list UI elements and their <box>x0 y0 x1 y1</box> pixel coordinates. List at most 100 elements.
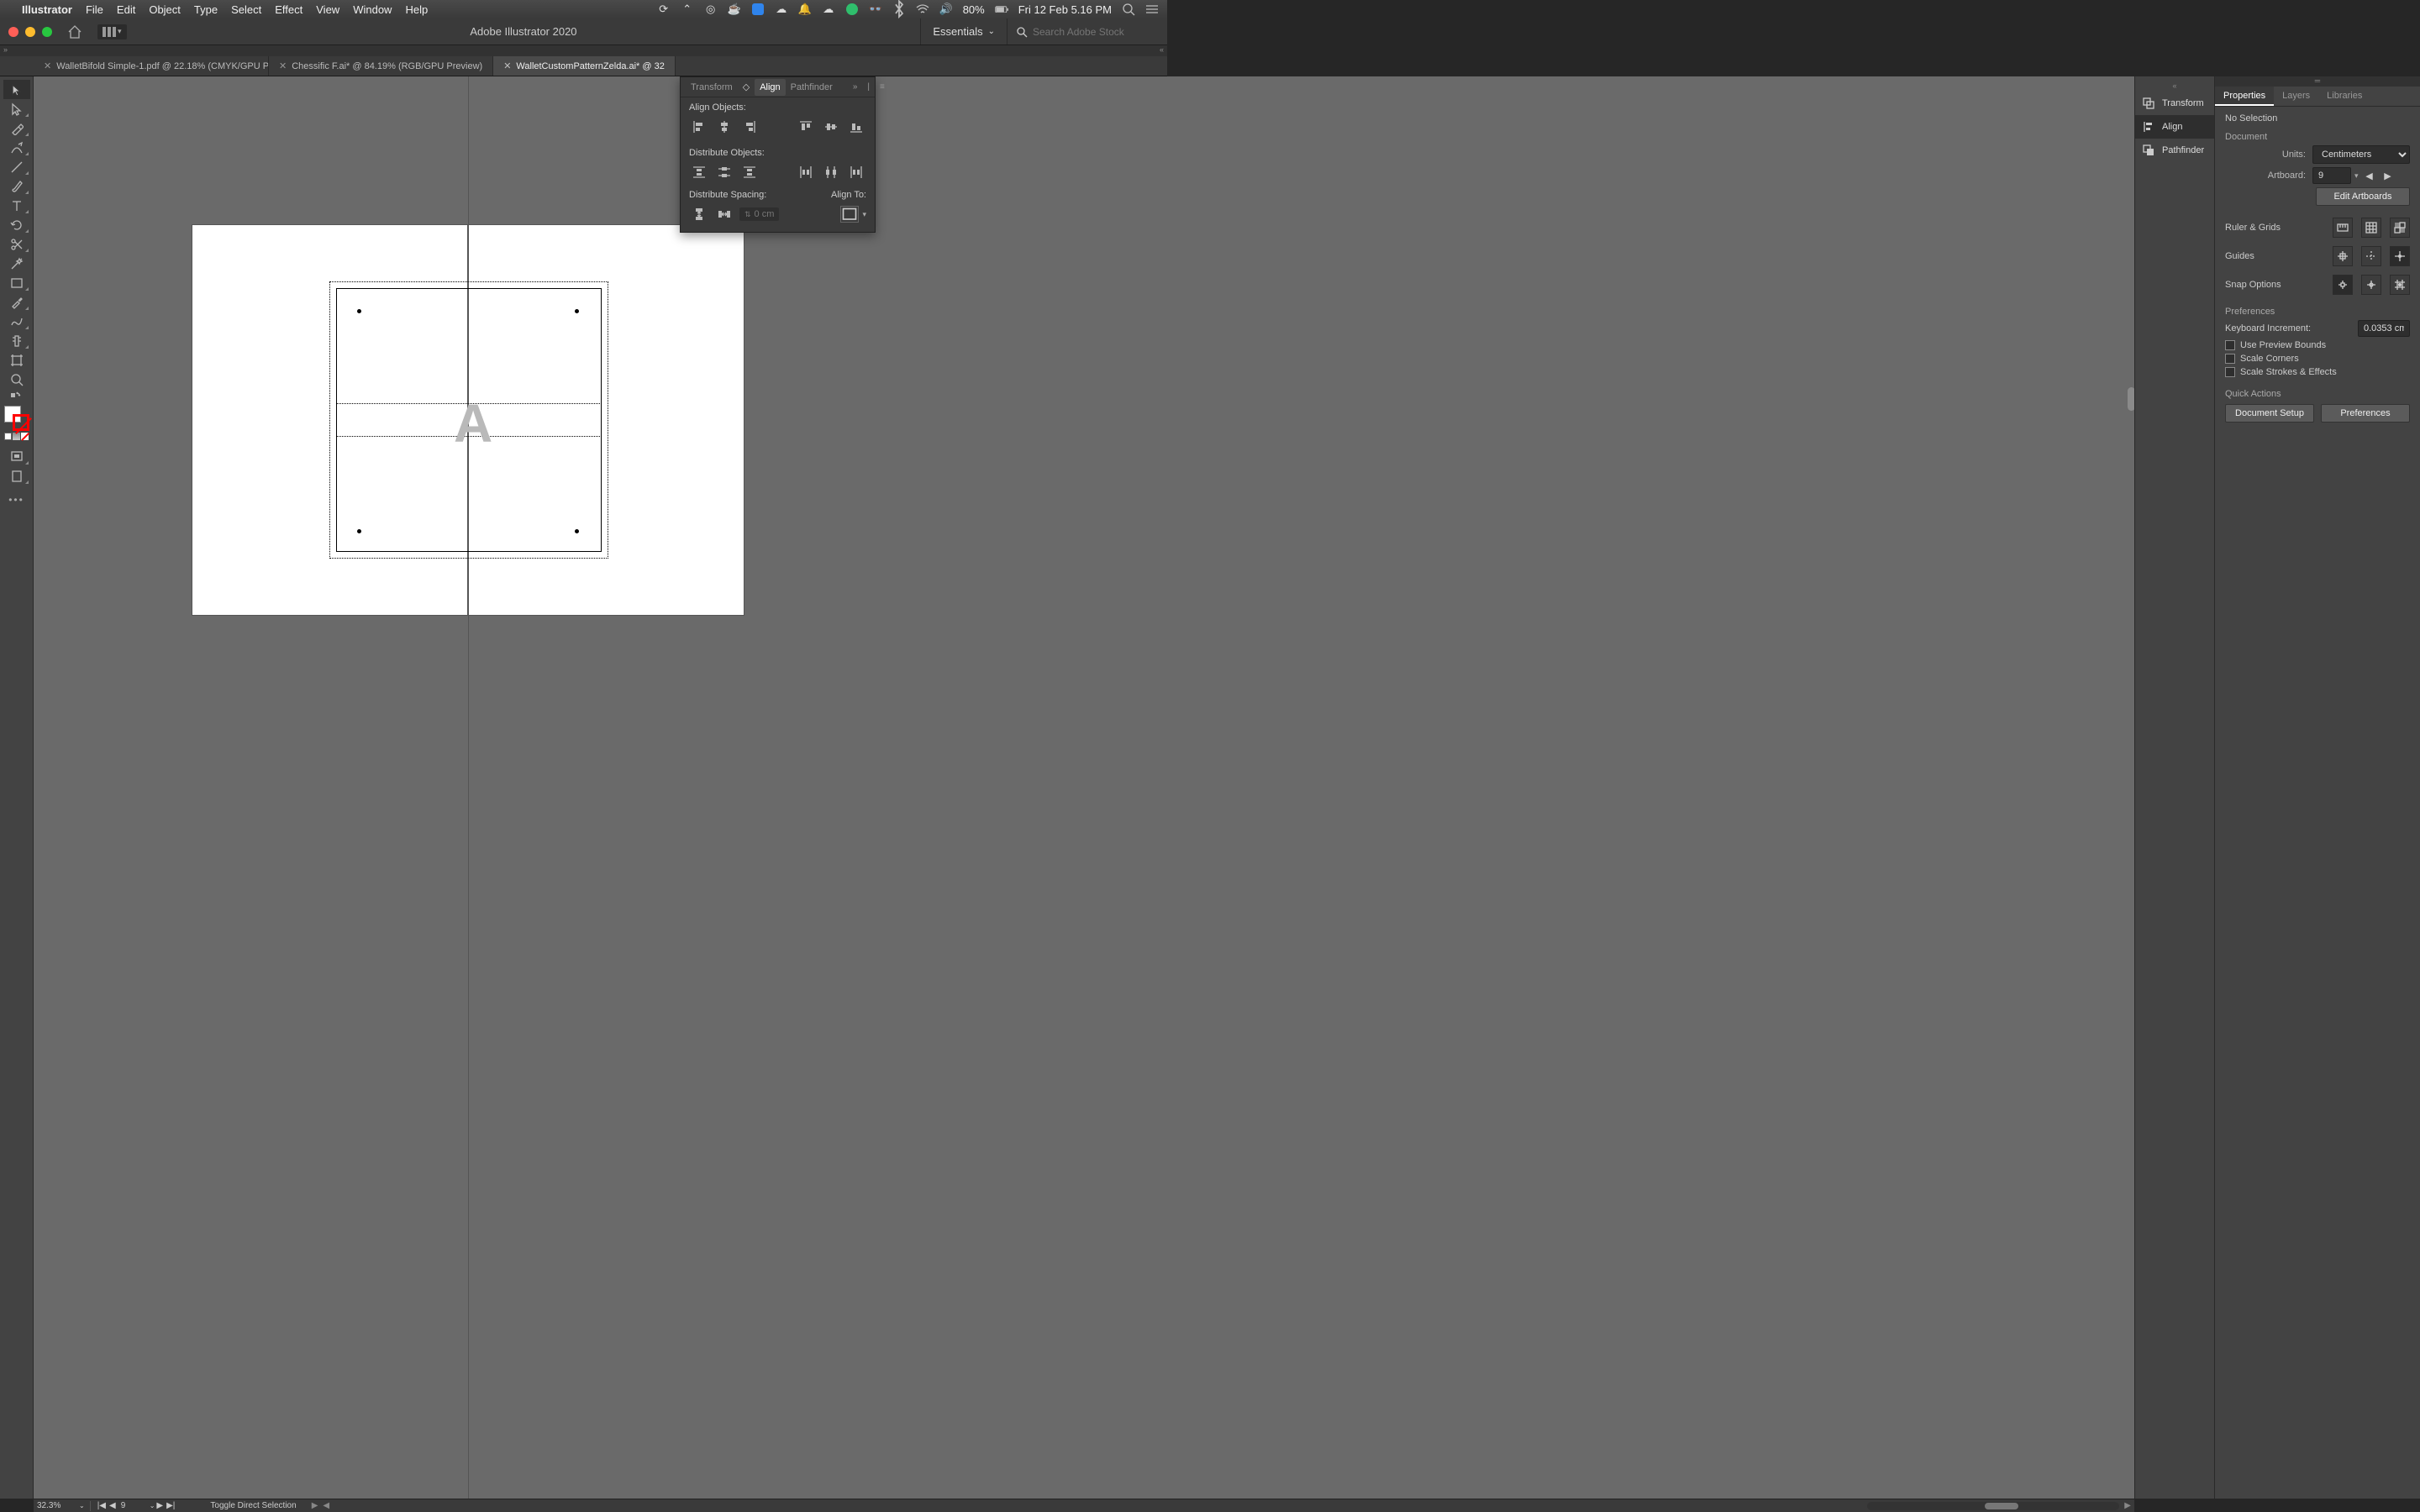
eyedropper-tool[interactable] <box>3 292 30 312</box>
artboard-next-button[interactable]: ▶ <box>2381 168 2396 183</box>
tray-icon-5[interactable] <box>751 3 765 16</box>
first-artboard-button[interactable]: |◀ <box>96 1501 108 1510</box>
tray-icon-1[interactable]: ⟳ <box>657 3 671 16</box>
zoom-tool[interactable] <box>3 370 30 389</box>
adobe-stock-search[interactable] <box>1007 26 1167 38</box>
clock[interactable]: Fri 12 Feb 5.16 PM <box>1018 3 1112 16</box>
cloud-icon[interactable]: ☁ <box>822 3 835 16</box>
align-hcenter-button[interactable] <box>714 118 734 136</box>
distribute-left-button[interactable] <box>796 163 816 181</box>
tray-icon-green[interactable] <box>845 3 859 16</box>
keyboard-increment-input[interactable] <box>2358 320 2410 337</box>
units-select[interactable]: Centimeters <box>2312 145 2410 164</box>
strip-transform[interactable]: Transform <box>2135 92 2214 115</box>
use-preview-bounds-checkbox[interactable]: Use Preview Bounds <box>2225 340 2410 350</box>
distribute-hcenter-button[interactable] <box>821 163 841 181</box>
volume-icon[interactable]: 🔊 <box>939 3 953 16</box>
align-left-button[interactable] <box>689 118 709 136</box>
panel-collapse-icon[interactable]: » <box>848 82 863 92</box>
arrange-documents-button[interactable]: ▾ <box>97 24 127 39</box>
menu-edit[interactable]: Edit <box>117 3 135 16</box>
zoom-level[interactable]: 32.3% <box>37 1501 79 1510</box>
guides-show-button[interactable] <box>2333 246 2353 266</box>
fill-stroke-swatch[interactable] <box>4 406 29 431</box>
align-top-button[interactable] <box>796 118 816 136</box>
status-collapse-icon[interactable]: ◀ <box>323 1501 329 1510</box>
horizontal-scrollbar[interactable] <box>1867 1502 2119 1510</box>
home-icon[interactable] <box>67 24 82 39</box>
document-tab-0[interactable]: ✕WalletBifold Simple-1.pdf @ 22.18% (CMY… <box>34 56 269 76</box>
vertical-scrollbar[interactable] <box>2128 387 2134 411</box>
screen-mode-tool[interactable] <box>3 447 30 466</box>
curvature-tool[interactable] <box>3 138 30 157</box>
tray-icon-4[interactable]: ☕ <box>728 3 741 16</box>
distribute-vcenter-button[interactable] <box>714 163 734 181</box>
document-tab-1[interactable]: ✕Chessific F.ai* @ 84.19% (RGB/GPU Previ… <box>269 56 493 76</box>
gradient-tool[interactable] <box>3 312 30 331</box>
distribute-top-button[interactable] <box>689 163 709 181</box>
panel-menu-icon[interactable]: ≡ <box>875 82 890 92</box>
window-close-button[interactable] <box>8 27 18 37</box>
status-flyout-icon[interactable]: ▶ <box>312 1501 318 1510</box>
expand-left-icon[interactable]: » <box>3 45 8 56</box>
pen-tool[interactable] <box>3 118 30 138</box>
control-center-icon[interactable] <box>1145 3 1159 16</box>
menu-file[interactable]: File <box>86 3 103 16</box>
menu-type[interactable]: Type <box>194 3 218 16</box>
app-name[interactable]: Illustrator <box>22 3 72 16</box>
last-artboard-button[interactable]: ▶| <box>165 1501 176 1510</box>
strip-pathfinder[interactable]: Pathfinder <box>2135 139 2214 162</box>
transparency-grid-button[interactable] <box>2390 218 2410 238</box>
type-tool[interactable] <box>3 196 30 215</box>
menu-select[interactable]: Select <box>231 3 261 16</box>
panel-tab-transform[interactable]: Transform <box>686 82 738 92</box>
window-maximize-button[interactable] <box>42 27 52 37</box>
artboard-tool[interactable] <box>3 350 30 370</box>
props-tab-libraries[interactable]: Libraries <box>2318 87 2370 106</box>
status-expand-icon[interactable]: ▶ <box>2124 1501 2131 1510</box>
align-vcenter-button[interactable] <box>821 118 841 136</box>
ruler-toggle-button[interactable] <box>2333 218 2353 238</box>
tray-icon-3[interactable]: ◎ <box>704 3 718 16</box>
artboard-prev-button[interactable]: ◀ <box>2362 168 2377 183</box>
notifications-icon[interactable]: 🔔 <box>798 3 812 16</box>
edit-artboards-button[interactable]: Edit Artboards <box>2316 187 2410 206</box>
preferences-button[interactable]: Preferences <box>2321 404 2410 423</box>
spacing-value-field[interactable]: ⇅0 cm <box>739 207 779 221</box>
menu-effect[interactable]: Effect <box>275 3 302 16</box>
distribute-right-button[interactable] <box>846 163 866 181</box>
rectangle-tool[interactable] <box>3 273 30 292</box>
selection-tool[interactable] <box>3 80 30 99</box>
menu-view[interactable]: View <box>316 3 339 16</box>
workspace-selector[interactable]: Essentials ⌄ <box>920 18 1007 45</box>
edit-toolbar-button[interactable]: ••• <box>8 494 24 506</box>
symbol-sprayer-tool[interactable] <box>3 331 30 350</box>
panel-tab-pathfinder[interactable]: Pathfinder <box>786 82 838 92</box>
window-minimize-button[interactable] <box>25 27 35 37</box>
direct-selection-tool[interactable] <box>3 99 30 118</box>
scale-strokes-checkbox[interactable]: Scale Strokes & Effects <box>2225 367 2410 377</box>
grid-toggle-button[interactable] <box>2361 218 2381 238</box>
expand-right-icon[interactable]: « <box>1160 45 1164 56</box>
tray-icon-6[interactable]: ☁ <box>775 3 788 16</box>
smart-guides-button[interactable] <box>2390 246 2410 266</box>
distribute-vspace-button[interactable] <box>689 205 709 223</box>
align-bottom-button[interactable] <box>846 118 866 136</box>
eyeglasses-icon[interactable]: 👓 <box>869 3 882 16</box>
distribute-bottom-button[interactable] <box>739 163 760 181</box>
draw-mode-tool[interactable] <box>3 466 30 486</box>
paintbrush-tool[interactable] <box>3 176 30 196</box>
guides-lock-button[interactable] <box>2361 246 2381 266</box>
line-tool[interactable] <box>3 157 30 176</box>
document-setup-button[interactable]: Document Setup <box>2225 404 2314 423</box>
chevron-down-icon[interactable]: ⌄ <box>79 1502 85 1509</box>
stroke-swatch[interactable] <box>13 414 29 431</box>
strip-collapse-icon[interactable]: « <box>2135 81 2214 92</box>
bluetooth-icon[interactable] <box>892 3 906 16</box>
menu-window[interactable]: Window <box>353 3 392 16</box>
next-artboard-button[interactable]: ▶ <box>155 1501 165 1510</box>
scale-corners-checkbox[interactable]: Scale Corners <box>2225 354 2410 364</box>
menu-object[interactable]: Object <box>149 3 181 16</box>
snap-pixel-button[interactable] <box>2333 275 2353 295</box>
align-to-selector[interactable] <box>840 206 859 223</box>
